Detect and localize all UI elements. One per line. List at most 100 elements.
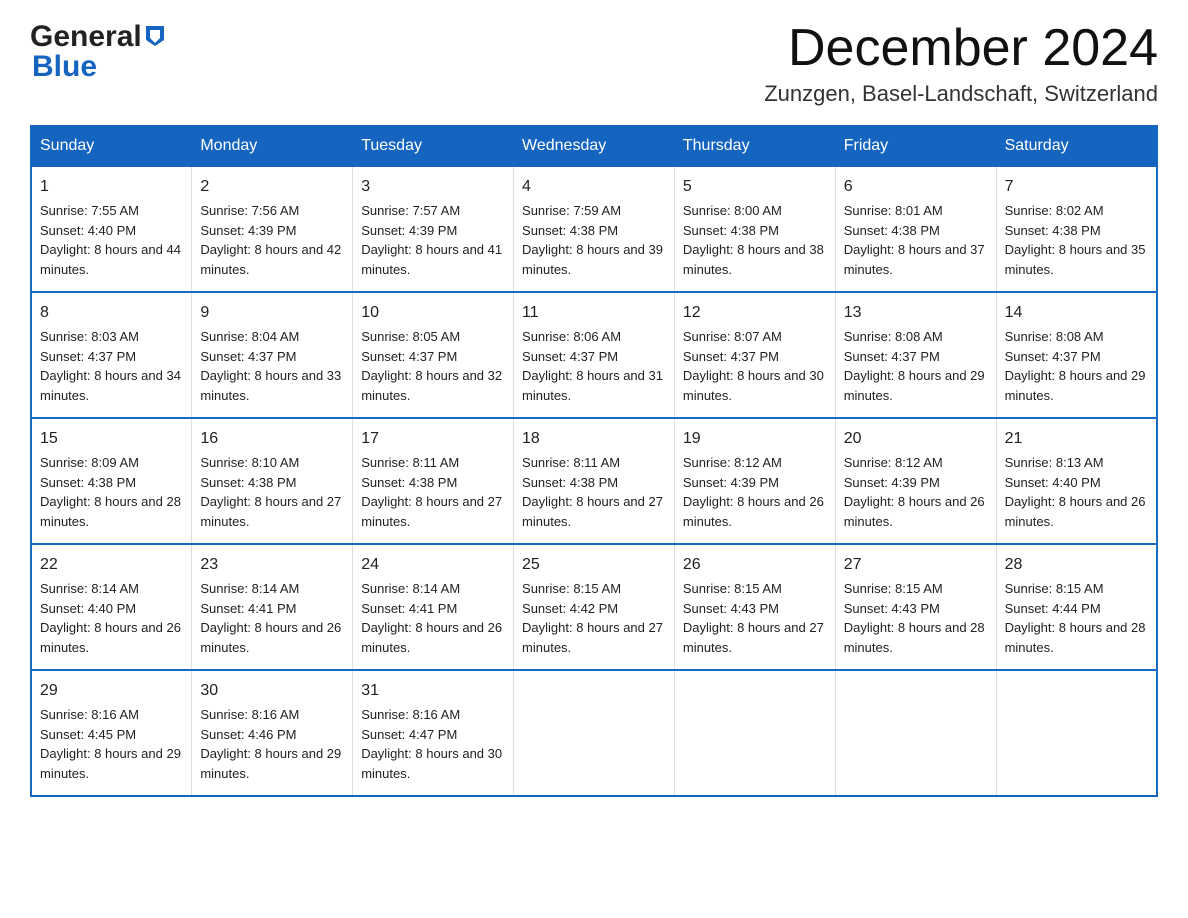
table-row — [674, 670, 835, 796]
header-wednesday: Wednesday — [514, 126, 675, 166]
week-row-3: 15 Sunrise: 8:09 AMSunset: 4:38 PMDaylig… — [31, 418, 1157, 544]
day-number: 29 — [40, 679, 183, 703]
table-row: 24 Sunrise: 8:14 AMSunset: 4:41 PMDaylig… — [353, 544, 514, 670]
table-row: 16 Sunrise: 8:10 AMSunset: 4:38 PMDaylig… — [192, 418, 353, 544]
day-number: 11 — [522, 301, 666, 325]
table-row: 8 Sunrise: 8:03 AMSunset: 4:37 PMDayligh… — [31, 292, 192, 418]
header-sunday: Sunday — [31, 126, 192, 166]
day-info: Sunrise: 8:13 AMSunset: 4:40 PMDaylight:… — [1005, 455, 1146, 529]
day-number: 25 — [522, 553, 666, 577]
table-row: 13 Sunrise: 8:08 AMSunset: 4:37 PMDaylig… — [835, 292, 996, 418]
table-row: 30 Sunrise: 8:16 AMSunset: 4:46 PMDaylig… — [192, 670, 353, 796]
day-number: 24 — [361, 553, 505, 577]
day-info: Sunrise: 8:14 AMSunset: 4:40 PMDaylight:… — [40, 581, 181, 655]
day-info: Sunrise: 8:03 AMSunset: 4:37 PMDaylight:… — [40, 329, 181, 403]
table-row: 4 Sunrise: 7:59 AMSunset: 4:38 PMDayligh… — [514, 166, 675, 292]
day-number: 3 — [361, 175, 505, 199]
table-row — [514, 670, 675, 796]
day-number: 18 — [522, 427, 666, 451]
table-row: 1 Sunrise: 7:55 AMSunset: 4:40 PMDayligh… — [31, 166, 192, 292]
table-row: 22 Sunrise: 8:14 AMSunset: 4:40 PMDaylig… — [31, 544, 192, 670]
table-row: 6 Sunrise: 8:01 AMSunset: 4:38 PMDayligh… — [835, 166, 996, 292]
header-thursday: Thursday — [674, 126, 835, 166]
day-number: 17 — [361, 427, 505, 451]
day-info: Sunrise: 8:16 AMSunset: 4:45 PMDaylight:… — [40, 707, 181, 781]
table-row: 26 Sunrise: 8:15 AMSunset: 4:43 PMDaylig… — [674, 544, 835, 670]
location-subtitle: Zunzgen, Basel-Landschaft, Switzerland — [764, 81, 1158, 107]
table-row: 11 Sunrise: 8:06 AMSunset: 4:37 PMDaylig… — [514, 292, 675, 418]
day-number: 4 — [522, 175, 666, 199]
table-row: 28 Sunrise: 8:15 AMSunset: 4:44 PMDaylig… — [996, 544, 1157, 670]
day-info: Sunrise: 8:15 AMSunset: 4:42 PMDaylight:… — [522, 581, 663, 655]
table-row: 2 Sunrise: 7:56 AMSunset: 4:39 PMDayligh… — [192, 166, 353, 292]
day-number: 6 — [844, 175, 988, 199]
day-info: Sunrise: 8:04 AMSunset: 4:37 PMDaylight:… — [200, 329, 341, 403]
day-number: 16 — [200, 427, 344, 451]
day-info: Sunrise: 8:16 AMSunset: 4:46 PMDaylight:… — [200, 707, 341, 781]
day-info: Sunrise: 8:11 AMSunset: 4:38 PMDaylight:… — [361, 455, 502, 529]
logo: General Blue — [30, 20, 166, 84]
day-number: 12 — [683, 301, 827, 325]
weekday-header-row: Sunday Monday Tuesday Wednesday Thursday… — [31, 126, 1157, 166]
day-info: Sunrise: 8:14 AMSunset: 4:41 PMDaylight:… — [200, 581, 341, 655]
table-row: 25 Sunrise: 8:15 AMSunset: 4:42 PMDaylig… — [514, 544, 675, 670]
table-row: 31 Sunrise: 8:16 AMSunset: 4:47 PMDaylig… — [353, 670, 514, 796]
day-number: 13 — [844, 301, 988, 325]
day-info: Sunrise: 8:02 AMSunset: 4:38 PMDaylight:… — [1005, 203, 1146, 277]
day-info: Sunrise: 8:00 AMSunset: 4:38 PMDaylight:… — [683, 203, 824, 277]
day-info: Sunrise: 8:12 AMSunset: 4:39 PMDaylight:… — [683, 455, 824, 529]
day-number: 21 — [1005, 427, 1148, 451]
header-monday: Monday — [192, 126, 353, 166]
day-number: 5 — [683, 175, 827, 199]
table-row: 23 Sunrise: 8:14 AMSunset: 4:41 PMDaylig… — [192, 544, 353, 670]
table-row: 7 Sunrise: 8:02 AMSunset: 4:38 PMDayligh… — [996, 166, 1157, 292]
table-row: 21 Sunrise: 8:13 AMSunset: 4:40 PMDaylig… — [996, 418, 1157, 544]
table-row: 17 Sunrise: 8:11 AMSunset: 4:38 PMDaylig… — [353, 418, 514, 544]
table-row: 27 Sunrise: 8:15 AMSunset: 4:43 PMDaylig… — [835, 544, 996, 670]
day-info: Sunrise: 8:08 AMSunset: 4:37 PMDaylight:… — [1005, 329, 1146, 403]
day-info: Sunrise: 7:55 AMSunset: 4:40 PMDaylight:… — [40, 203, 181, 277]
page-header: General Blue December 2024 Zunzgen, Base… — [30, 20, 1158, 107]
table-row — [835, 670, 996, 796]
day-info: Sunrise: 8:01 AMSunset: 4:38 PMDaylight:… — [844, 203, 985, 277]
day-number: 28 — [1005, 553, 1148, 577]
logo-general-text: General — [30, 20, 142, 54]
day-info: Sunrise: 8:06 AMSunset: 4:37 PMDaylight:… — [522, 329, 663, 403]
title-area: December 2024 Zunzgen, Basel-Landschaft,… — [764, 20, 1158, 107]
day-number: 31 — [361, 679, 505, 703]
day-number: 23 — [200, 553, 344, 577]
day-number: 15 — [40, 427, 183, 451]
day-info: Sunrise: 8:15 AMSunset: 4:44 PMDaylight:… — [1005, 581, 1146, 655]
week-row-4: 22 Sunrise: 8:14 AMSunset: 4:40 PMDaylig… — [31, 544, 1157, 670]
table-row: 19 Sunrise: 8:12 AMSunset: 4:39 PMDaylig… — [674, 418, 835, 544]
day-number: 2 — [200, 175, 344, 199]
header-saturday: Saturday — [996, 126, 1157, 166]
table-row: 29 Sunrise: 8:16 AMSunset: 4:45 PMDaylig… — [31, 670, 192, 796]
day-number: 26 — [683, 553, 827, 577]
table-row: 5 Sunrise: 8:00 AMSunset: 4:38 PMDayligh… — [674, 166, 835, 292]
table-row: 10 Sunrise: 8:05 AMSunset: 4:37 PMDaylig… — [353, 292, 514, 418]
day-number: 8 — [40, 301, 183, 325]
table-row: 20 Sunrise: 8:12 AMSunset: 4:39 PMDaylig… — [835, 418, 996, 544]
day-number: 7 — [1005, 175, 1148, 199]
table-row: 14 Sunrise: 8:08 AMSunset: 4:37 PMDaylig… — [996, 292, 1157, 418]
calendar-table: Sunday Monday Tuesday Wednesday Thursday… — [30, 125, 1158, 797]
day-info: Sunrise: 8:16 AMSunset: 4:47 PMDaylight:… — [361, 707, 502, 781]
day-number: 10 — [361, 301, 505, 325]
day-number: 1 — [40, 175, 183, 199]
day-info: Sunrise: 8:07 AMSunset: 4:37 PMDaylight:… — [683, 329, 824, 403]
day-info: Sunrise: 7:56 AMSunset: 4:39 PMDaylight:… — [200, 203, 341, 277]
day-number: 14 — [1005, 301, 1148, 325]
day-info: Sunrise: 8:05 AMSunset: 4:37 PMDaylight:… — [361, 329, 502, 403]
day-info: Sunrise: 8:15 AMSunset: 4:43 PMDaylight:… — [844, 581, 985, 655]
day-info: Sunrise: 8:11 AMSunset: 4:38 PMDaylight:… — [522, 455, 663, 529]
day-number: 19 — [683, 427, 827, 451]
day-info: Sunrise: 8:12 AMSunset: 4:39 PMDaylight:… — [844, 455, 985, 529]
day-number: 20 — [844, 427, 988, 451]
day-info: Sunrise: 7:59 AMSunset: 4:38 PMDaylight:… — [522, 203, 663, 277]
day-number: 22 — [40, 553, 183, 577]
day-info: Sunrise: 8:08 AMSunset: 4:37 PMDaylight:… — [844, 329, 985, 403]
logo-arrow-icon — [144, 24, 166, 51]
table-row: 9 Sunrise: 8:04 AMSunset: 4:37 PMDayligh… — [192, 292, 353, 418]
day-info: Sunrise: 7:57 AMSunset: 4:39 PMDaylight:… — [361, 203, 502, 277]
